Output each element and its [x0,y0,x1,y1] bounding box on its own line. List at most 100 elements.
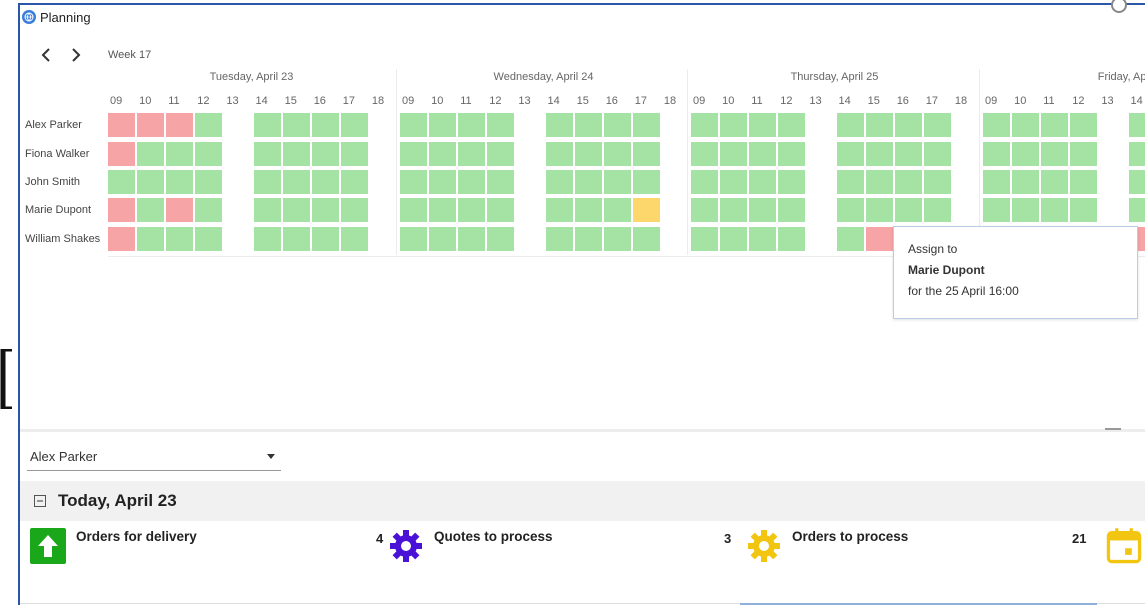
slot-cell[interactable] [458,113,486,137]
slot-cell[interactable] [340,198,368,222]
slot-cell[interactable] [1041,198,1069,222]
slot-cell[interactable] [894,113,922,137]
slot-cell[interactable] [1128,113,1145,137]
slot-cell[interactable] [778,198,806,222]
slot-cell[interactable] [400,142,427,166]
slot-cell[interactable] [749,170,777,194]
slot-cell[interactable] [400,198,427,222]
slot-cell[interactable] [778,170,806,194]
slot-cell[interactable] [691,170,718,194]
slot-cell[interactable] [1128,170,1145,194]
slot-cell[interactable] [311,227,339,251]
slot-cell[interactable] [894,142,922,166]
slot-cell[interactable] [166,170,194,194]
slot-cell[interactable] [253,227,281,251]
slot-cell[interactable] [894,170,922,194]
slot-cell[interactable] [923,142,951,166]
slot-cell[interactable] [340,170,368,194]
slot-cell[interactable] [720,113,748,137]
slot-cell[interactable] [108,227,135,251]
tile-orders-for-delivery[interactable]: Orders for delivery 4 [30,524,383,574]
slot-cell[interactable] [865,113,893,137]
slot-cell[interactable] [632,198,660,222]
slot-cell[interactable] [282,170,310,194]
slot-cell[interactable] [720,170,748,194]
slot-cell[interactable] [983,113,1010,137]
slot-cell[interactable] [458,142,486,166]
slot-cell[interactable] [749,198,777,222]
slot-cell[interactable] [1041,170,1069,194]
slot-cell[interactable] [487,142,515,166]
slot-cell[interactable] [865,170,893,194]
slot-cell[interactable] [429,227,457,251]
slot-cell[interactable] [691,113,718,137]
slot-cell[interactable] [1012,198,1040,222]
slot-cell[interactable] [632,170,660,194]
slot-cell[interactable] [253,142,281,166]
tile-quotes-to-process[interactable]: Quotes to process 3 [388,524,738,574]
slot-cell[interactable] [1070,198,1098,222]
slot-cell[interactable] [545,170,573,194]
slot-cell[interactable] [574,227,602,251]
slot-cell[interactable] [923,113,951,137]
slot-cell[interactable] [865,142,893,166]
slot-cell[interactable] [865,227,893,251]
slot-cell[interactable] [166,113,194,137]
slot-cell[interactable] [253,198,281,222]
slot-cell[interactable] [603,142,631,166]
slot-cell[interactable] [720,227,748,251]
slot-cell[interactable] [282,113,310,137]
slot-cell[interactable] [778,113,806,137]
slot-cell[interactable] [195,198,223,222]
slot-cell[interactable] [429,113,457,137]
slot-cell[interactable] [1070,142,1098,166]
slot-cell[interactable] [574,198,602,222]
slot-cell[interactable] [137,142,165,166]
slot-cell[interactable] [137,113,165,137]
slot-cell[interactable] [836,170,864,194]
slot-cell[interactable] [1070,113,1098,137]
slot-cell[interactable] [108,198,135,222]
slot-cell[interactable] [836,113,864,137]
slot-cell[interactable] [574,142,602,166]
slot-cell[interactable] [778,227,806,251]
tile-calendar[interactable] [1104,524,1144,574]
slot-cell[interactable] [282,142,310,166]
slot-cell[interactable] [400,113,427,137]
slot-cell[interactable] [691,198,718,222]
slot-cell[interactable] [195,113,223,137]
slot-cell[interactable] [340,142,368,166]
slot-cell[interactable] [749,142,777,166]
slot-cell[interactable] [691,142,718,166]
slot-cell[interactable] [1041,142,1069,166]
slot-cell[interactable] [108,113,135,137]
slot-cell[interactable] [429,170,457,194]
slot-cell[interactable] [311,113,339,137]
slot-cell[interactable] [108,142,135,166]
slot-cell[interactable] [632,113,660,137]
slot-cell[interactable] [166,142,194,166]
slot-cell[interactable] [836,198,864,222]
slot-cell[interactable] [545,198,573,222]
slot-cell[interactable] [1012,142,1040,166]
slot-cell[interactable] [137,170,165,194]
slot-cell[interactable] [311,170,339,194]
slot-cell[interactable] [1012,113,1040,137]
slot-cell[interactable] [253,170,281,194]
slot-cell[interactable] [603,227,631,251]
slot-cell[interactable] [691,227,718,251]
slot-cell[interactable] [632,227,660,251]
slot-cell[interactable] [545,142,573,166]
slot-cell[interactable] [108,170,135,194]
slot-cell[interactable] [1041,113,1069,137]
slot-cell[interactable] [983,198,1010,222]
slot-cell[interactable] [195,170,223,194]
slot-cell[interactable] [983,142,1010,166]
slot-cell[interactable] [749,227,777,251]
slot-cell[interactable] [282,227,310,251]
slot-cell[interactable] [487,113,515,137]
slot-cell[interactable] [311,142,339,166]
slot-cell[interactable] [311,198,339,222]
splitter-grip-icon[interactable] [1105,428,1121,430]
slot-cell[interactable] [458,198,486,222]
